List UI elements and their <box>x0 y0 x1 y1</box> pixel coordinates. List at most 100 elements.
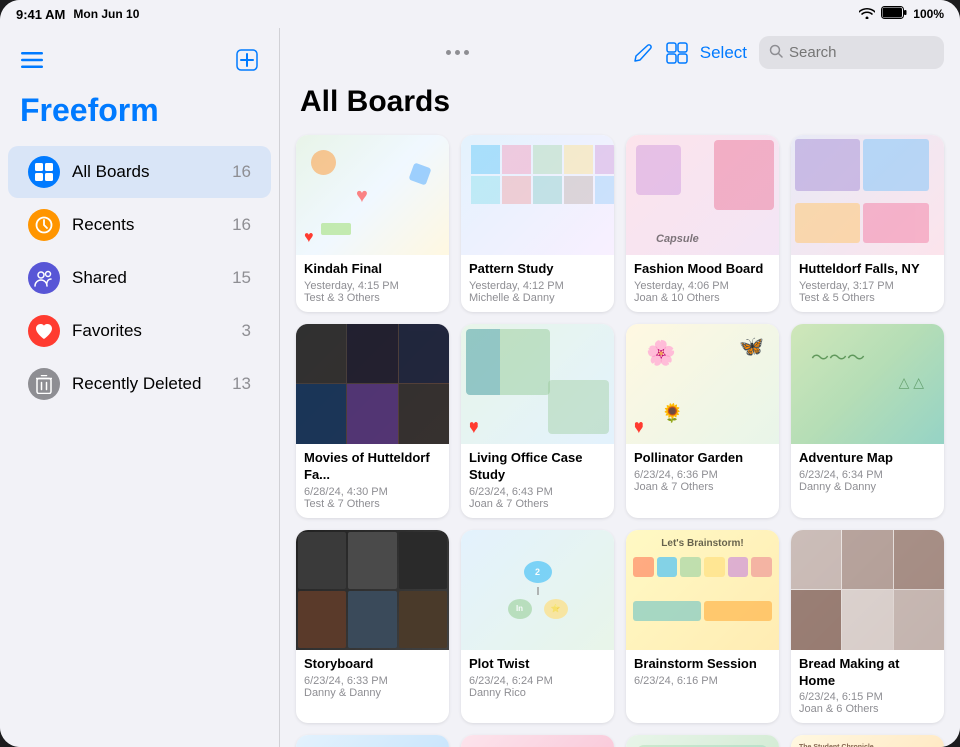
board-date-pollinator-garden: 6/23/24, 6:36 PM <box>634 469 771 481</box>
board-shared-storyboard: Danny & Danny <box>304 687 441 699</box>
board-name-storyboard: Storyboard <box>304 656 441 673</box>
board-name-movies-hutteldorf: Movies of Hutteldorf Fa... <box>304 450 441 484</box>
board-shared-living-office: Joan & 7 Others <box>469 498 606 510</box>
board-info-bread-making: Bread Making at Home 6/23/24, 6:15 PM Jo… <box>791 650 944 724</box>
dot1 <box>446 50 451 55</box>
sidebar: Freeform All Boards 16 Recents 16 Shared… <box>0 28 280 747</box>
board-date-pattern-study: Yesterday, 4:12 PM <box>469 280 606 292</box>
sidebar-label-favorites: Favorites <box>72 321 242 341</box>
board-info-pollinator-garden: Pollinator Garden 6/23/24, 6:36 PM Joan … <box>626 444 779 501</box>
board-date-bread-making: 6/23/24, 6:15 PM <box>799 691 936 703</box>
sidebar-top-bar <box>0 40 279 88</box>
board-card-bottom1[interactable] <box>296 735 449 747</box>
board-card-hutteldorf-falls[interactable]: Hutteldorf Falls, NY Yesterday, 3:17 PM … <box>791 135 944 312</box>
board-card-bread-making[interactable]: Bread Making at Home 6/23/24, 6:15 PM Jo… <box>791 530 944 724</box>
select-button[interactable]: Select <box>700 43 747 63</box>
favorite-badge: ♥ <box>469 418 479 436</box>
status-bar-right: 100% <box>859 6 944 22</box>
board-card-bottom2[interactable]: 🌈 <box>461 735 614 747</box>
board-card-adventure-map[interactable]: 〜〜〜 △ △ Adventure Map 6/23/24, 6:34 PM D… <box>791 324 944 518</box>
sidebar-label-recents: Recents <box>72 215 232 235</box>
board-card-storyboard[interactable]: Storyboard 6/23/24, 6:33 PM Danny & Dann… <box>296 530 449 724</box>
search-input[interactable] <box>789 44 960 61</box>
search-bar[interactable] <box>759 36 944 69</box>
board-thumbnail-bottom1 <box>296 735 449 747</box>
board-card-brainstorm-session[interactable]: Let's Brainstorm! Brainstorm Session 6/2… <box>626 530 779 724</box>
sidebar-item-all-boards[interactable]: All Boards 16 <box>8 146 271 198</box>
sidebar-item-recently-deleted[interactable]: Recently Deleted 13 <box>8 358 271 410</box>
board-shared-adventure-map: Danny & Danny <box>799 481 936 493</box>
sidebar-label-all-boards: All Boards <box>72 162 232 182</box>
board-date-movies-hutteldorf: 6/28/24, 4:30 PM <box>304 486 441 498</box>
dot3 <box>464 50 469 55</box>
board-shared-pollinator-garden: Joan & 7 Others <box>634 481 771 493</box>
board-name-adventure-map: Adventure Map <box>799 450 936 467</box>
board-shared-kindah-final: Test & 3 Others <box>304 292 441 304</box>
status-time: 9:41 AM <box>16 7 65 22</box>
sidebar-toggle-button[interactable] <box>16 44 48 76</box>
compose-button[interactable] <box>632 42 654 64</box>
sidebar-items-list: All Boards 16 Recents 16 Shared 15 Favor… <box>0 145 279 411</box>
sidebar-item-recents[interactable]: Recents 16 <box>8 199 271 251</box>
sidebar-count-shared: 15 <box>232 268 251 288</box>
new-board-sidebar-button[interactable] <box>231 44 263 76</box>
battery-icon <box>881 6 907 22</box>
board-card-kindah-final[interactable]: ♥ ♥ Kindah Final Yesterday, 4:15 PM Test… <box>296 135 449 312</box>
board-card-bottom3[interactable]: 〰〰 <box>626 735 779 747</box>
board-area: All Boards ♥ ♥ Kindah Final Yesterday, 4… <box>280 77 960 747</box>
board-card-pollinator-garden[interactable]: 🌸 🦋 🌻 ♥ ♥ Pollinator Garden 6/23/24, 6:3… <box>626 324 779 518</box>
all-boards-icon <box>28 156 60 188</box>
ipad-frame: 9:41 AM Mon Jun 10 100% <box>0 0 960 747</box>
board-info-movies-hutteldorf: Movies of Hutteldorf Fa... 6/28/24, 4:30… <box>296 444 449 518</box>
board-card-plot-twist[interactable]: 2 In ⭐ Plot Twist 6/23/24, 6:24 PM Danny… <box>461 530 614 724</box>
sidebar-label-shared: Shared <box>72 268 232 288</box>
board-name-hutteldorf-falls: Hutteldorf Falls, NY <box>799 261 936 278</box>
sidebar-item-shared[interactable]: Shared 15 <box>8 252 271 304</box>
board-name-living-office: Living Office Case Study <box>469 450 606 484</box>
board-shared-pattern-study: Michelle & Danny <box>469 292 606 304</box>
board-thumbnail-adventure-map: 〜〜〜 △ △ <box>791 324 944 444</box>
board-info-brainstorm-session: Brainstorm Session 6/23/24, 6:16 PM <box>626 650 779 695</box>
board-date-living-office: 6/23/24, 6:43 PM <box>469 486 606 498</box>
dot2 <box>455 50 460 55</box>
board-thumbnail-storyboard <box>296 530 449 650</box>
board-thumbnail-bottom2: 🌈 <box>461 735 614 747</box>
board-name-fashion-mood-board: Fashion Mood Board <box>634 261 771 278</box>
toolbar-dots <box>296 50 620 55</box>
board-info-kindah-final: Kindah Final Yesterday, 4:15 PM Test & 3… <box>296 255 449 312</box>
recents-icon <box>28 209 60 241</box>
board-date-kindah-final: Yesterday, 4:15 PM <box>304 280 441 292</box>
battery-percent: 100% <box>913 7 944 21</box>
status-bar: 9:41 AM Mon Jun 10 100% <box>0 0 960 28</box>
board-thumbnail-bottom4: The Student Chronicle <box>791 735 944 747</box>
board-thumbnail-kindah-final: ♥ ♥ <box>296 135 449 255</box>
board-info-storyboard: Storyboard 6/23/24, 6:33 PM Danny & Dann… <box>296 650 449 707</box>
search-icon <box>769 44 783 62</box>
app-title: Freeform <box>0 88 279 145</box>
board-thumbnail-bottom3: 〰〰 <box>626 735 779 747</box>
sidebar-label-recently-deleted: Recently Deleted <box>72 374 232 394</box>
board-card-living-office[interactable]: ♥ ♥ Living Office Case Study 6/23/24, 6:… <box>461 324 614 518</box>
board-date-brainstorm-session: 6/23/24, 6:16 PM <box>634 675 771 687</box>
toolbar-right-buttons: Select <box>632 36 944 69</box>
board-card-fashion-mood-board[interactable]: Capsule Fashion Mood Board Yesterday, 4:… <box>626 135 779 312</box>
main-content: Freeform All Boards 16 Recents 16 Shared… <box>0 28 960 747</box>
board-thumbnail-brainstorm-session: Let's Brainstorm! <box>626 530 779 650</box>
board-card-bottom4[interactable]: The Student Chronicle <box>791 735 944 747</box>
board-thumbnail-pollinator-garden: 🌸 🦋 🌻 ♥ ♥ <box>626 324 779 444</box>
board-card-movies-hutteldorf[interactable]: Movies of Hutteldorf Fa... 6/28/24, 4:30… <box>296 324 449 518</box>
favorite-badge: ♥ <box>634 418 644 436</box>
board-date-plot-twist: 6/23/24, 6:24 PM <box>469 675 606 687</box>
board-thumbnail-fashion-mood-board: Capsule <box>626 135 779 255</box>
board-date-fashion-mood-board: Yesterday, 4:06 PM <box>634 280 771 292</box>
board-name-plot-twist: Plot Twist <box>469 656 606 673</box>
board-date-adventure-map: 6/23/24, 6:34 PM <box>799 469 936 481</box>
board-date-hutteldorf-falls: Yesterday, 3:17 PM <box>799 280 936 292</box>
board-shared-bread-making: Joan & 6 Others <box>799 703 936 715</box>
right-toolbar: Select <box>280 28 960 77</box>
board-info-pattern-study: Pattern Study Yesterday, 4:12 PM Michell… <box>461 255 614 312</box>
sidebar-item-favorites[interactable]: Favorites 3 <box>8 305 271 357</box>
grid-view-button[interactable] <box>666 42 688 64</box>
board-card-pattern-study[interactable]: Pattern Study Yesterday, 4:12 PM Michell… <box>461 135 614 312</box>
board-info-adventure-map: Adventure Map 6/23/24, 6:34 PM Danny & D… <box>791 444 944 501</box>
